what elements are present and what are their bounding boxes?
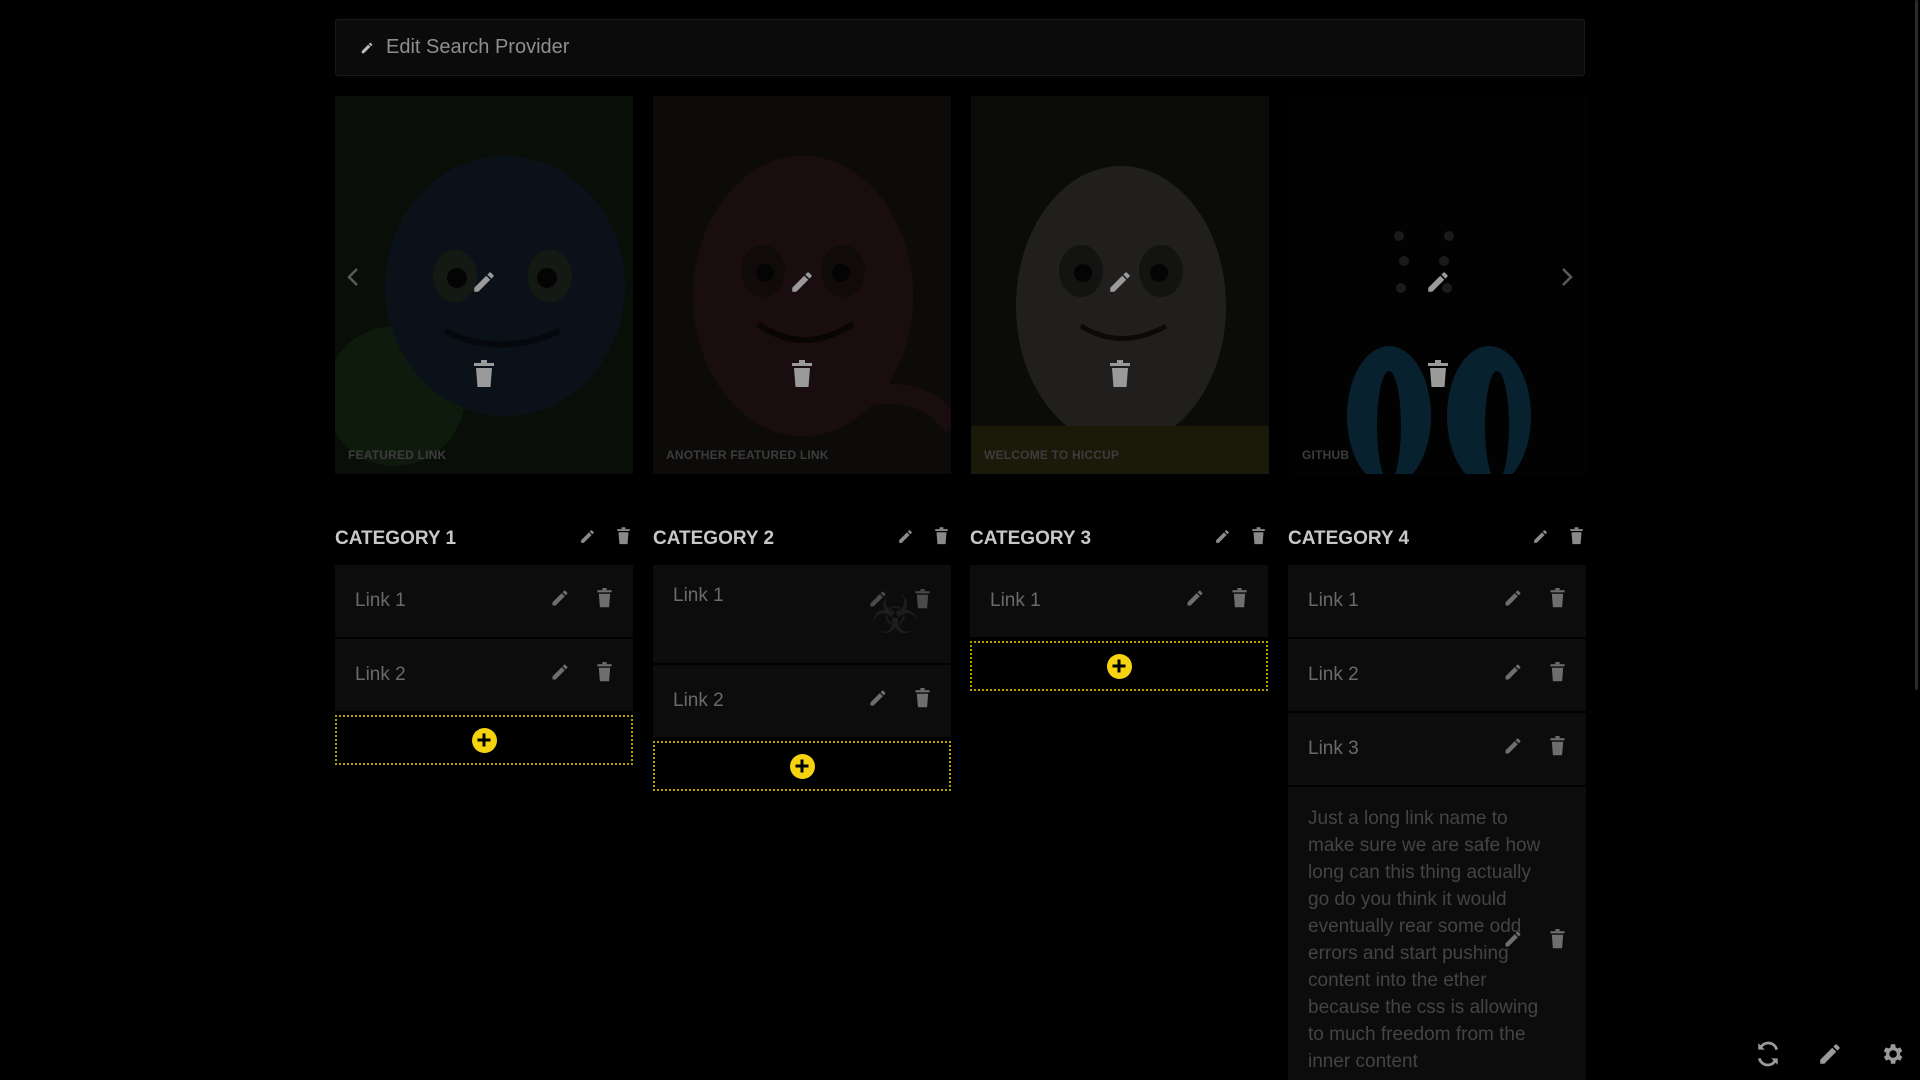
carousel-prev-button[interactable]	[343, 262, 363, 292]
link-label: Link 1	[673, 585, 724, 606]
category-header: CATEGORY 3	[970, 522, 1268, 556]
link-item[interactable]: Link 1	[1288, 565, 1586, 639]
link-item-long[interactable]: Just a long link name to make sure we ar…	[1288, 787, 1586, 1080]
edit-icon[interactable]	[868, 688, 888, 714]
trash-icon[interactable]	[1231, 588, 1248, 614]
link-label: Link 3	[1308, 738, 1359, 759]
featured-card[interactable]: WELCOME TO HICCUP	[971, 96, 1269, 474]
edit-icon[interactable]	[579, 528, 596, 551]
trash-icon[interactable]	[616, 527, 631, 551]
link-label: Link 1	[355, 590, 406, 611]
edit-search-provider-button[interactable]: Edit Search Provider	[335, 19, 1585, 76]
featured-card[interactable]: FEATURED LINK	[335, 96, 633, 474]
refresh-icon[interactable]	[1754, 1040, 1782, 1068]
trash-icon[interactable]	[1549, 588, 1566, 614]
trash-icon[interactable]	[596, 662, 613, 688]
plus-circle-icon	[1106, 653, 1132, 679]
edit-icon[interactable]	[470, 268, 498, 296]
card-label: FEATURED LINK	[348, 448, 447, 462]
edit-icon[interactable]	[1532, 528, 1549, 551]
category-header: CATEGORY 1	[335, 522, 633, 556]
trash-icon[interactable]	[914, 688, 931, 714]
category-header: CATEGORY 2	[653, 522, 951, 556]
category-header: CATEGORY 4	[1288, 522, 1586, 556]
add-link-button[interactable]	[335, 715, 633, 765]
category-column: CATEGORY 4 Link 1 Link 2 Link 3 Just a l…	[1288, 522, 1586, 1080]
category-title: CATEGORY 4	[1288, 528, 1410, 549]
trash-icon[interactable]	[470, 360, 498, 388]
link-item[interactable]: Link 2	[1288, 639, 1586, 713]
link-label: Link 1	[1308, 590, 1359, 611]
category-title: CATEGORY 1	[335, 528, 457, 549]
trash-icon[interactable]	[934, 527, 949, 551]
link-label: Link 2	[673, 690, 724, 711]
trash-icon[interactable]	[914, 589, 931, 615]
link-item[interactable]: Link 2	[335, 639, 633, 713]
edit-icon[interactable]	[788, 268, 816, 296]
edit-icon[interactable]	[868, 589, 888, 615]
trash-icon[interactable]	[1251, 527, 1266, 551]
edit-icon[interactable]	[1214, 528, 1231, 551]
trash-icon[interactable]	[1549, 929, 1566, 955]
edit-icon[interactable]	[550, 588, 570, 614]
trash-icon[interactable]	[1106, 360, 1134, 388]
edit-icon[interactable]	[1503, 929, 1523, 955]
plus-circle-icon	[789, 753, 815, 779]
plus-circle-icon	[471, 727, 497, 753]
category-title: CATEGORY 2	[653, 528, 775, 549]
edit-icon[interactable]	[1185, 588, 1205, 614]
link-label: Link 2	[1308, 664, 1359, 685]
scrollbar-thumb[interactable]	[1915, 0, 1918, 690]
scrollbar[interactable]	[1914, 0, 1920, 1080]
link-item[interactable]: Link 1 ☣	[653, 565, 951, 665]
category-title: CATEGORY 3	[970, 528, 1092, 549]
link-item[interactable]: Link 1	[335, 565, 633, 639]
link-label: Link 2	[355, 664, 406, 685]
link-label: Link 1	[990, 590, 1041, 611]
featured-carousel: FEATURED LINK ANOTHER FEATURED LINK WELC…	[335, 96, 1587, 474]
category-column: CATEGORY 1 Link 1 Link 2	[335, 522, 633, 765]
link-item[interactable]: Link 3	[1288, 713, 1586, 787]
link-item[interactable]: Link 1	[970, 565, 1268, 639]
add-link-button[interactable]	[970, 641, 1268, 691]
settings-icon[interactable]	[1878, 1040, 1906, 1068]
trash-icon[interactable]	[1569, 527, 1584, 551]
bottom-toolbar	[1754, 1040, 1906, 1068]
trash-icon[interactable]	[1424, 360, 1452, 388]
edit-icon[interactable]	[897, 528, 914, 551]
card-label: ANOTHER FEATURED LINK	[666, 448, 829, 462]
page: Edit Search Provider FEATURED LINK ANOTH…	[0, 0, 1920, 1080]
edit-icon[interactable]	[1424, 268, 1452, 296]
carousel-next-button[interactable]	[1557, 262, 1577, 292]
edit-icon[interactable]	[1816, 1040, 1844, 1068]
category-column: CATEGORY 2 Link 1 ☣ Link 2	[653, 522, 951, 791]
category-column: CATEGORY 3 Link 1	[970, 522, 1268, 691]
trash-icon[interactable]	[1549, 736, 1566, 762]
featured-card[interactable]: ANOTHER FEATURED LINK	[653, 96, 951, 474]
link-list: Link 1	[970, 565, 1268, 691]
pencil-icon	[360, 41, 374, 55]
card-label: GITHUB	[1302, 448, 1350, 462]
card-label: WELCOME TO HICCUP	[984, 448, 1120, 462]
edit-icon[interactable]	[1503, 588, 1523, 614]
featured-card[interactable]: GITHUB	[1289, 96, 1587, 474]
edit-icon[interactable]	[1106, 268, 1134, 296]
link-list: Link 1 ☣ Link 2	[653, 565, 951, 791]
link-list: Link 1 Link 2	[335, 565, 633, 765]
trash-icon[interactable]	[788, 360, 816, 388]
trash-icon[interactable]	[1549, 662, 1566, 688]
link-list: Link 1 Link 2 Link 3 Just a long link na…	[1288, 565, 1586, 1080]
search-provider-label: Edit Search Provider	[386, 36, 570, 58]
chevron-right-icon	[1562, 268, 1573, 286]
edit-icon[interactable]	[1503, 736, 1523, 762]
chevron-left-icon	[347, 268, 358, 286]
trash-icon[interactable]	[596, 588, 613, 614]
add-link-button[interactable]	[653, 741, 951, 791]
edit-icon[interactable]	[550, 662, 570, 688]
edit-icon[interactable]	[1503, 662, 1523, 688]
link-item[interactable]: Link 2	[653, 665, 951, 739]
